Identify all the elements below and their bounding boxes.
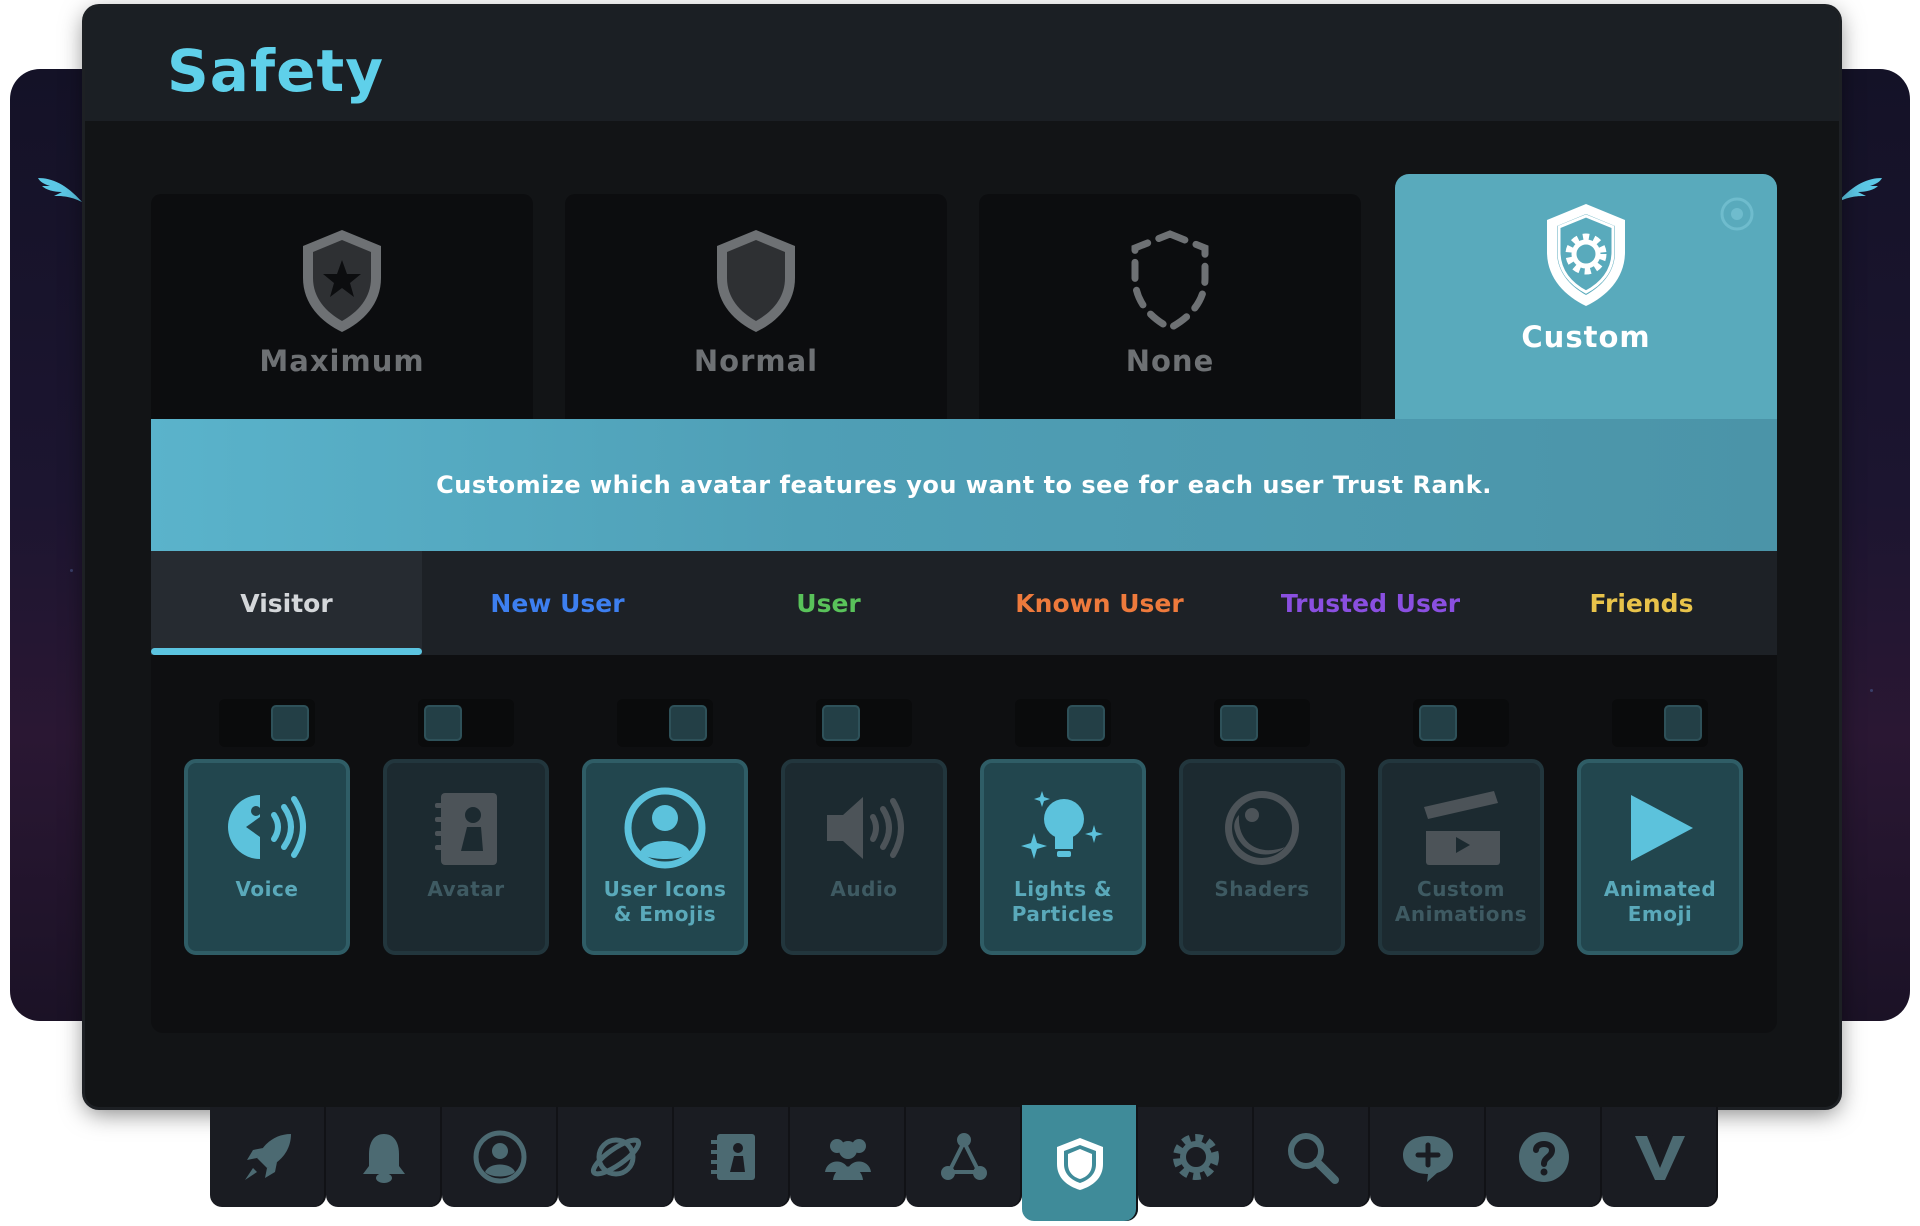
user-icons-toggle[interactable] [617, 699, 713, 747]
dock-help[interactable] [1486, 1107, 1602, 1207]
audio-toggle[interactable] [816, 699, 912, 747]
shaders-card[interactable]: Shaders [1179, 759, 1345, 955]
animated-emoji-card[interactable]: Animated Emoji [1577, 759, 1743, 955]
preset-maximum[interactable]: Maximum [151, 194, 533, 419]
shield-star-icon [303, 230, 381, 332]
network-icon [941, 1133, 987, 1180]
tab-trusted-user[interactable]: Trusted User [1235, 551, 1506, 655]
voice-card[interactable]: Voice [184, 759, 350, 955]
tab-new-user[interactable]: New User [422, 551, 693, 655]
custom-animations-toggle[interactable] [1413, 699, 1509, 747]
search-icon [1288, 1133, 1339, 1184]
feature-audio: Audio [781, 699, 947, 955]
shield-dashed-icon [1131, 230, 1209, 332]
dock-notifications[interactable] [326, 1107, 442, 1207]
animated-emoji-toggle[interactable] [1612, 699, 1708, 747]
feature-label: Audio [830, 877, 898, 901]
custom-animations-card[interactable]: Custom Animations [1378, 759, 1544, 955]
dock-profile[interactable] [442, 1107, 558, 1207]
trust-rank-tabs: Visitor New User User Known User Trusted… [151, 551, 1777, 655]
preset-label: Normal [693, 344, 819, 378]
dock-avatars[interactable] [674, 1107, 790, 1207]
avatar-toggle[interactable] [418, 699, 514, 747]
voice-icon [228, 795, 306, 859]
bell-icon [363, 1134, 405, 1183]
tab-known-user[interactable]: Known User [964, 551, 1235, 655]
window-header: Safety [85, 7, 1839, 121]
avatar-book-icon [435, 793, 497, 865]
preset-label: Custom [1521, 320, 1651, 354]
dock-settings[interactable] [1138, 1107, 1254, 1207]
lights-particles-card[interactable]: Lights & Particles [980, 759, 1146, 955]
feature-label: User Icons & Emojis [603, 877, 727, 926]
user-circle-icon [624, 787, 706, 869]
feature-label: Voice [235, 877, 299, 901]
rocket-icon [245, 1134, 291, 1180]
preset-label: None [1125, 344, 1215, 378]
chat-plus-icon [1403, 1136, 1453, 1182]
preset-normal[interactable]: Normal [565, 194, 947, 419]
feature-voice: Voice [184, 699, 350, 955]
tab-user[interactable]: User [693, 551, 964, 655]
planet-icon [590, 1137, 642, 1177]
v-logo-icon [1635, 1135, 1685, 1180]
feature-custom-animations: Custom Animations [1378, 699, 1544, 955]
safety-presets: Maximum Normal None Custom [151, 167, 1777, 419]
feature-lights-particles: Lights & Particles [980, 699, 1146, 955]
dock-worlds[interactable] [558, 1107, 674, 1207]
wing-icon [1838, 178, 1882, 202]
feature-label: Animated Emoji [1603, 877, 1717, 926]
preset-custom[interactable]: Custom [1395, 174, 1777, 419]
page-title: Safety [167, 37, 385, 105]
lightbulb-sparkle-icon [1021, 791, 1103, 859]
dock-safety[interactable] [1022, 1105, 1138, 1221]
main-menu-dock [210, 1105, 1718, 1221]
dock-vrchat-plus[interactable] [1602, 1107, 1718, 1207]
description-banner: Customize which avatar features you want… [151, 419, 1777, 551]
wing-icon [38, 178, 82, 202]
user-icons-card[interactable]: User Icons & Emojis [582, 759, 748, 955]
feature-label: Avatar [427, 877, 505, 901]
dock-social[interactable] [790, 1107, 906, 1207]
audio-card[interactable]: Audio [781, 759, 947, 955]
clapperboard-icon [1424, 791, 1500, 865]
shaders-toggle[interactable] [1214, 699, 1310, 747]
help-icon [1519, 1132, 1569, 1182]
feature-animated-emoji: Animated Emoji [1577, 699, 1743, 955]
speaker-icon [827, 797, 904, 859]
lights-particles-toggle[interactable] [1015, 699, 1111, 747]
tab-visitor[interactable]: Visitor [151, 551, 422, 655]
shield-icon [1057, 1138, 1103, 1190]
people-icon [825, 1139, 871, 1180]
preset-label: Maximum [259, 344, 425, 378]
voice-toggle[interactable] [219, 699, 315, 747]
feature-toggles: Voice Avatar User Icons & Emojis Audio L… [151, 655, 1777, 1033]
safety-window: Safety Maximum Normal None Custom Custom… [85, 7, 1839, 1107]
feature-shaders: Shaders [1179, 699, 1345, 955]
shield-gear-icon [1547, 204, 1625, 306]
dock-launch[interactable] [210, 1107, 326, 1207]
user-circle-icon [473, 1130, 527, 1184]
avatar-card[interactable]: Avatar [383, 759, 549, 955]
feature-avatar: Avatar [383, 699, 549, 955]
info-icon[interactable] [1719, 196, 1755, 232]
preset-none[interactable]: None [979, 194, 1361, 419]
dock-feedback[interactable] [1370, 1107, 1486, 1207]
feature-label: Shaders [1214, 877, 1310, 901]
dock-search[interactable] [1254, 1107, 1370, 1207]
avatar-book-icon [711, 1134, 755, 1180]
shader-sphere-icon [1225, 791, 1299, 865]
shield-icon [717, 230, 795, 332]
feature-label: Lights & Particles [1011, 877, 1115, 926]
feature-user-icons: User Icons & Emojis [582, 699, 748, 955]
feature-label: Custom Animations [1394, 877, 1528, 926]
dock-groups[interactable] [906, 1107, 1022, 1207]
gear-icon [1173, 1134, 1219, 1180]
tab-friends[interactable]: Friends [1506, 551, 1777, 655]
play-icon [1631, 795, 1693, 861]
